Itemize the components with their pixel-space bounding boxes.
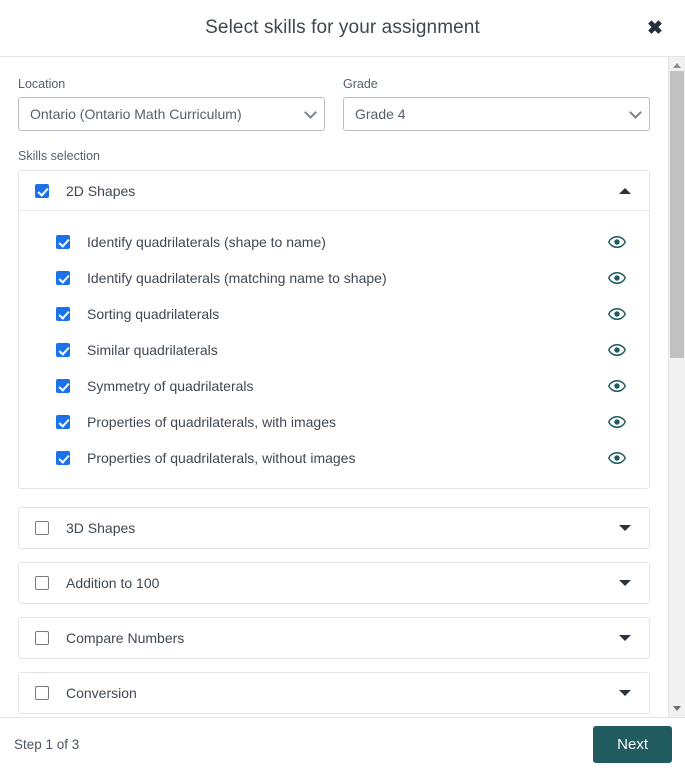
category-checkbox[interactable] <box>35 183 49 198</box>
step-indicator: Step 1 of 3 <box>14 737 80 752</box>
eye-icon[interactable] <box>608 377 626 395</box>
skill-row[interactable]: Sorting quadrilaterals <box>19 296 649 332</box>
skill-checkbox[interactable] <box>56 451 70 465</box>
skill-label: Similar quadrilaterals <box>87 342 218 358</box>
location-field: Location Ontario (Ontario Math Curriculu… <box>18 77 325 131</box>
filters-row: Location Ontario (Ontario Math Curriculu… <box>18 77 650 131</box>
chevron-down-icon[interactable] <box>619 635 631 641</box>
skill-row[interactable]: Properties of quadrilaterals, with image… <box>19 404 649 440</box>
modal-footer: Step 1 of 3 Next <box>0 717 685 771</box>
category-checkbox[interactable] <box>35 631 49 645</box>
location-select-value: Ontario (Ontario Math Curriculum) <box>30 106 242 122</box>
skill-label: Identify quadrilaterals (shape to name) <box>87 234 326 250</box>
skill-checkbox[interactable] <box>56 415 70 429</box>
skill-category-card: Conversion <box>18 672 650 714</box>
skill-checkbox[interactable] <box>56 271 70 285</box>
modal-header: Select skills for your assignment ✖ <box>0 0 685 57</box>
skill-row[interactable]: Properties of quadrilaterals, without im… <box>19 440 649 476</box>
modal-body-wrap: Location Ontario (Ontario Math Curriculu… <box>0 57 685 717</box>
eye-icon[interactable] <box>608 449 626 467</box>
page-title: Select skills for your assignment <box>205 17 480 38</box>
chevron-down-icon[interactable] <box>619 580 631 586</box>
category-label: Conversion <box>66 685 137 701</box>
skill-category-card: Compare Numbers <box>18 617 650 659</box>
vertical-scrollbar[interactable] <box>668 57 685 717</box>
category-header-row[interactable]: Compare Numbers <box>19 618 649 658</box>
skill-checkbox[interactable] <box>56 235 70 249</box>
chevron-down-icon[interactable] <box>619 525 631 531</box>
skill-row[interactable]: Similar quadrilaterals <box>19 332 649 368</box>
category-checkbox[interactable] <box>35 521 49 535</box>
eye-icon[interactable] <box>608 305 626 323</box>
category-label: 3D Shapes <box>66 520 136 536</box>
category-header-row[interactable]: 3D Shapes <box>19 508 649 548</box>
category-checkbox[interactable] <box>35 576 49 590</box>
skill-label: Properties of quadrilaterals, with image… <box>87 414 337 430</box>
skill-label: Sorting quadrilaterals <box>87 306 220 322</box>
category-checkbox[interactable] <box>35 686 49 700</box>
skill-label: Symmetry of quadrilaterals <box>87 378 254 394</box>
skill-label: Identify quadrilaterals (matching name t… <box>87 270 387 286</box>
grade-select-value: Grade 4 <box>355 106 406 122</box>
close-icon[interactable]: ✖ <box>641 14 669 42</box>
category-header-row[interactable]: Conversion <box>19 673 649 713</box>
location-select[interactable]: Ontario (Ontario Math Curriculum) <box>18 97 325 131</box>
skill-rows: Identify quadrilaterals (shape to name) I… <box>19 211 649 488</box>
eye-icon[interactable] <box>608 341 626 359</box>
skill-checkbox[interactable] <box>56 307 70 321</box>
eye-icon[interactable] <box>608 233 626 251</box>
skill-category-card: Addition to 100 <box>18 562 650 604</box>
grade-select[interactable]: Grade 4 <box>343 97 650 131</box>
category-label: 2D Shapes <box>66 182 136 199</box>
skill-category-card: 3D Shapes <box>18 507 650 549</box>
category-header-row[interactable]: Addition to 100 <box>19 563 649 603</box>
skill-checkbox[interactable] <box>56 343 70 357</box>
location-label: Location <box>18 77 66 91</box>
category-label: Compare Numbers <box>66 630 185 646</box>
next-button[interactable]: Next <box>593 726 672 763</box>
category-label: Addition to 100 <box>66 575 160 591</box>
skill-row[interactable]: Symmetry of quadrilaterals <box>19 368 649 404</box>
grade-field: Grade Grade 4 <box>343 77 650 131</box>
chevron-down-icon[interactable] <box>619 690 631 696</box>
select-skills-modal: Select skills for your assignment ✖ Loca… <box>0 0 685 771</box>
eye-icon[interactable] <box>608 269 626 287</box>
skill-row[interactable]: Identify quadrilaterals (matching name t… <box>19 260 649 296</box>
modal-scroll-area: Location Ontario (Ontario Math Curriculu… <box>0 57 668 717</box>
eye-icon[interactable] <box>608 413 626 431</box>
skill-checkbox[interactable] <box>56 379 70 393</box>
scroll-down-arrow-icon[interactable] <box>669 700 685 717</box>
chevron-down-icon <box>629 106 642 119</box>
skill-label: Properties of quadrilaterals, without im… <box>87 450 356 466</box>
skill-category-card: 2D Shapes Identify quadrilaterals (shape … <box>18 170 650 489</box>
chevron-down-icon <box>304 106 317 119</box>
skills-list: 2D Shapes Identify quadrilaterals (shape … <box>18 170 650 717</box>
category-header-row[interactable]: 2D Shapes <box>19 171 649 211</box>
chevron-up-icon[interactable] <box>619 187 631 194</box>
scrollbar-thumb[interactable] <box>670 71 684 358</box>
skill-row[interactable]: Identify quadrilaterals (shape to name) <box>19 224 649 260</box>
grade-label: Grade <box>343 77 378 91</box>
skills-selection-label: Skills selection <box>18 149 100 163</box>
